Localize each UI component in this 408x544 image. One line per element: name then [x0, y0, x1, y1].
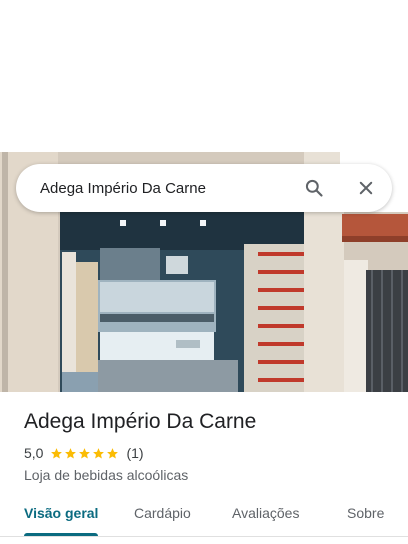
place-tabs: Visão geral Cardápio Avaliações Sobre: [0, 496, 408, 536]
review-count[interactable]: (1): [126, 445, 143, 461]
tab-reviews[interactable]: Avaliações: [232, 496, 299, 536]
tab-overview[interactable]: Visão geral: [24, 496, 98, 536]
search-bar[interactable]: Adega Império Da Carne: [16, 164, 392, 212]
tabs-divider: [0, 536, 408, 537]
tab-menu[interactable]: Cardápio: [134, 496, 191, 536]
rating-row[interactable]: 5,0 (1): [24, 444, 394, 462]
map-area-blank: [0, 0, 408, 152]
rating-value: 5,0: [24, 445, 44, 461]
star-icon: [51, 447, 63, 458]
search-icon[interactable]: [302, 176, 326, 200]
star-icon: [93, 447, 105, 458]
place-info: Adega Império Da Carne 5,0 (1) Loja de b…: [24, 408, 394, 484]
star-icon: [107, 447, 119, 458]
place-category[interactable]: Loja de bebidas alcoólicas: [24, 466, 394, 484]
rating-stars: [50, 447, 120, 460]
close-icon[interactable]: [354, 176, 378, 200]
search-input[interactable]: Adega Império Da Carne: [40, 180, 302, 197]
star-icon: [65, 447, 77, 458]
tab-about[interactable]: Sobre: [347, 496, 384, 536]
star-icon: [79, 447, 91, 458]
place-title: Adega Império Da Carne: [24, 410, 257, 433]
